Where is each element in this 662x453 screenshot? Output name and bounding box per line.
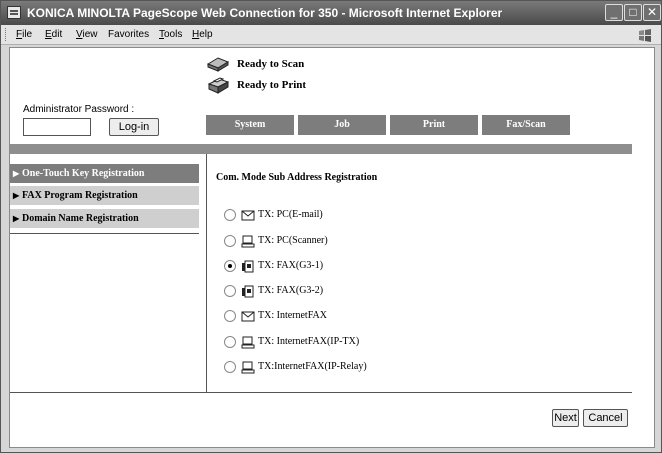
radio-button[interactable] bbox=[224, 209, 236, 221]
footer-divider bbox=[10, 392, 632, 393]
menu-favorites[interactable]: Favorites bbox=[108, 29, 149, 40]
admin-password-input[interactable] bbox=[23, 118, 91, 136]
radio-button[interactable] bbox=[224, 336, 236, 348]
close-button[interactable]: ✕ bbox=[643, 4, 661, 21]
tab-job[interactable]: Job bbox=[298, 115, 386, 135]
menu-file[interactable]: File bbox=[16, 29, 32, 40]
menu-help[interactable]: Help bbox=[192, 29, 213, 40]
next-button[interactable]: Next bbox=[552, 409, 579, 427]
option-label: TX:InternetFAX(IP-Relay) bbox=[258, 361, 367, 372]
maximize-button[interactable]: □ bbox=[624, 4, 642, 21]
radio-button[interactable] bbox=[224, 285, 236, 297]
arrow-right-icon: ▶ bbox=[13, 214, 20, 223]
arrow-right-icon: ▶ bbox=[13, 169, 20, 178]
menu-view[interactable]: View bbox=[76, 29, 98, 40]
fax-icon bbox=[242, 285, 254, 298]
scanner-icon bbox=[206, 57, 230, 72]
envelope-icon bbox=[241, 210, 255, 221]
sidebar-item-domain-name[interactable]: ▶ Domain Name Registration bbox=[10, 209, 199, 228]
toolbar-grip bbox=[5, 28, 8, 41]
tab-fax-scan[interactable]: Fax/Scan bbox=[482, 115, 570, 135]
tab-system[interactable]: System bbox=[206, 115, 294, 135]
page-title: Com. Mode Sub Address Registration bbox=[216, 172, 378, 183]
computer-icon bbox=[241, 336, 255, 349]
sidebar-item-label: Domain Name Registration bbox=[22, 213, 139, 224]
menu-bar: File Edit View Favorites Tools Help bbox=[1, 25, 661, 45]
option-label: TX: FAX(G3-1) bbox=[258, 260, 324, 271]
radio-button[interactable] bbox=[224, 361, 236, 373]
login-button[interactable]: Log-in bbox=[109, 118, 159, 136]
computer-icon bbox=[241, 361, 255, 374]
option-label: TX: PC(E-mail) bbox=[258, 209, 323, 220]
header-divider-band bbox=[10, 144, 632, 154]
sidebar-item-fax-program[interactable]: ▶ FAX Program Registration bbox=[10, 186, 199, 205]
sidebar-item-one-touch-key[interactable]: ▶ One-Touch Key Registration bbox=[10, 164, 199, 183]
app-document-icon bbox=[7, 6, 21, 19]
fax-icon bbox=[242, 260, 254, 273]
window-title: KONICA MINOLTA PageScope Web Connection … bbox=[27, 6, 503, 20]
minimize-button[interactable]: _ bbox=[605, 4, 623, 21]
print-status-text: Ready to Print bbox=[237, 79, 307, 91]
sidebar-item-label: One-Touch Key Registration bbox=[22, 168, 145, 179]
option-label: TX: InternetFAX(IP-TX) bbox=[258, 336, 360, 347]
cancel-button[interactable]: Cancel bbox=[583, 409, 628, 427]
envelope-icon bbox=[241, 311, 255, 322]
radio-button[interactable] bbox=[224, 310, 236, 322]
windows-logo-icon bbox=[639, 29, 651, 42]
option-label: TX: FAX(G3-2) bbox=[258, 285, 324, 296]
radio-button[interactable] bbox=[224, 235, 236, 247]
menu-tools[interactable]: Tools bbox=[159, 29, 182, 40]
menu-edit[interactable]: Edit bbox=[45, 29, 62, 40]
title-bar: KONICA MINOLTA PageScope Web Connection … bbox=[1, 1, 661, 25]
tab-print[interactable]: Print bbox=[390, 115, 478, 135]
page-content: Ready to Scan Ready to Print Administrat… bbox=[9, 47, 655, 448]
admin-password-label: Administrator Password : bbox=[23, 104, 135, 115]
sidebar-item-label: FAX Program Registration bbox=[22, 190, 138, 201]
browser-window: KONICA MINOLTA PageScope Web Connection … bbox=[0, 0, 662, 453]
arrow-right-icon: ▶ bbox=[13, 191, 20, 200]
vertical-divider bbox=[206, 154, 207, 392]
radio-button-selected[interactable] bbox=[224, 260, 236, 272]
option-label: TX: InternetFAX bbox=[258, 310, 327, 321]
printer-icon bbox=[207, 77, 230, 94]
scan-status-text: Ready to Scan bbox=[237, 58, 305, 70]
sidebar-divider bbox=[10, 233, 199, 234]
option-label: TX: PC(Scanner) bbox=[258, 235, 328, 246]
computer-icon bbox=[241, 235, 255, 248]
